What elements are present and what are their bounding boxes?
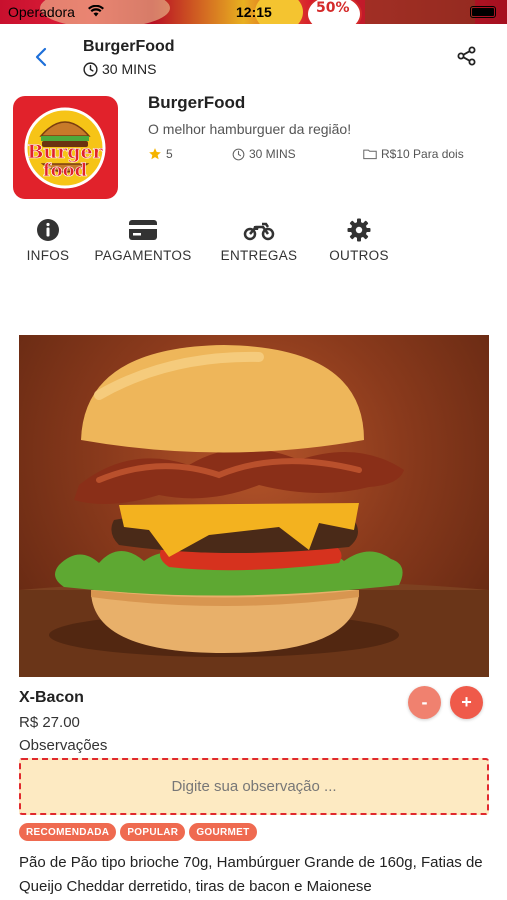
chevron-left-icon[interactable]	[28, 42, 54, 72]
banner-discount-text: 50%	[316, 0, 350, 16]
observation-input[interactable]	[19, 758, 489, 815]
banner-decoration	[365, 0, 475, 24]
product-description: Pão de Pão tipo brioche 70g, Hambúrguer …	[19, 854, 483, 895]
clock-icon	[83, 61, 98, 77]
tab-outros[interactable]: OUTROS	[328, 218, 390, 263]
restaurant-delivery-time: 30 MINS	[232, 147, 296, 161]
product-name: X-Bacon	[19, 689, 84, 706]
wifi-icon	[88, 5, 104, 17]
tab-outros-label: OUTROS	[329, 248, 389, 263]
product-badges: RECOMENDADA POPULAR GOURMET	[19, 823, 257, 841]
battery-icon	[470, 6, 496, 18]
restaurant-logo: Burger food	[13, 96, 118, 199]
credit-card-icon	[129, 220, 157, 240]
restaurant-name: BurgerFood	[148, 93, 246, 112]
status-bar: 50% Operadora 12:15	[0, 0, 507, 24]
restaurant-price-text: R$10 Para dois	[381, 147, 464, 161]
restaurant-tabs: INFOS PAGAMENTOS ENTREGAS OUTROS	[0, 218, 507, 268]
tab-infos-label: INFOS	[26, 248, 70, 263]
header-title: BurgerFood	[83, 38, 175, 55]
top-nav-header: BurgerFood 30 MINS	[0, 24, 507, 88]
folder-icon	[363, 149, 377, 160]
header-delivery-time: 30 MINS	[83, 61, 156, 77]
carrier-label: Operadora	[8, 4, 75, 20]
tab-infos[interactable]: INFOS	[25, 218, 71, 263]
tab-pagamentos-label: PAGAMENTOS	[94, 248, 192, 263]
share-icon[interactable]	[455, 44, 479, 68]
tab-entregas-label: ENTREGAS	[220, 248, 298, 263]
restaurant-meta: 5 30 MINS R$10 Para dois	[148, 147, 488, 165]
motorcycle-icon	[243, 222, 275, 241]
increase-quantity-button[interactable]: +	[450, 686, 483, 719]
info-icon	[37, 219, 59, 241]
restaurant-price: R$10 Para dois	[363, 147, 464, 161]
clock-icon	[232, 148, 245, 160]
rating: 5	[148, 147, 173, 161]
restaurant-description: O melhor hamburguer da região!	[148, 121, 352, 137]
badge-popular: POPULAR	[120, 823, 186, 841]
decrease-quantity-button[interactable]: -	[408, 686, 441, 719]
badge-recomendada: RECOMENDADA	[19, 823, 117, 841]
clock-time: 12:15	[236, 4, 272, 20]
gear-icon	[347, 218, 371, 242]
product-price: R$ 27.00	[19, 714, 80, 731]
product-image	[19, 335, 489, 677]
burger-photo	[19, 345, 489, 677]
header-delivery-time-text: 30 MINS	[102, 61, 157, 77]
tab-entregas[interactable]: ENTREGAS	[220, 218, 298, 263]
logo-text-line2: food	[43, 160, 88, 181]
tab-pagamentos[interactable]: PAGAMENTOS	[94, 218, 192, 263]
restaurant-delivery-time-text: 30 MINS	[249, 147, 296, 161]
observations-label: Observações	[19, 737, 108, 754]
star-icon	[149, 148, 161, 160]
badge-gourmet: GOURMET	[189, 823, 257, 841]
rating-value: 5	[166, 147, 173, 161]
burger-logo-graphic: Burger food	[24, 107, 106, 189]
